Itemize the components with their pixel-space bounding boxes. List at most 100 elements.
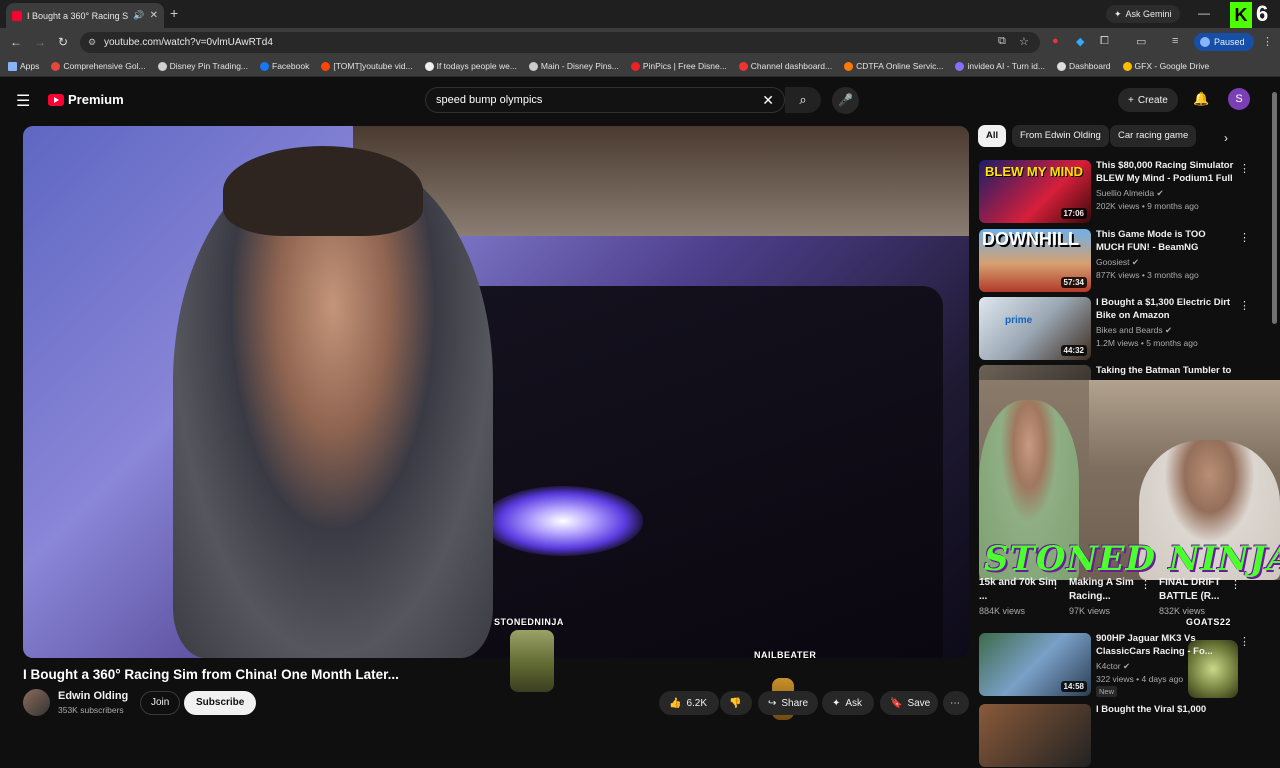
- bookmark-item[interactable]: Facebook: [260, 61, 309, 71]
- notifications-bell-icon[interactable]: 🔔: [1193, 91, 1209, 107]
- recommended-channel[interactable]: Suellio Almeida ✔: [1096, 188, 1164, 199]
- search-button[interactable]: ⌕: [785, 87, 821, 113]
- short-item[interactable]: FINAL DRIFT BATTLE (R... 832K views ⋮: [1159, 576, 1241, 616]
- voice-search-button[interactable]: 🎤: [832, 87, 859, 114]
- page-scrollbar[interactable]: [1272, 92, 1277, 324]
- more-options-icon[interactable]: ⋮: [1239, 635, 1250, 648]
- bookmark-item[interactable]: Dashboard: [1056, 61, 1111, 71]
- recommended-video[interactable]: DOWNHILL 57:34 This Game Mode is TOO MUCH …: [979, 229, 1259, 293]
- more-options-icon[interactable]: ⋮: [1239, 231, 1250, 244]
- filter-chip[interactable]: From Edwin Olding: [1012, 125, 1109, 147]
- subscribe-button[interactable]: Subscribe: [184, 691, 257, 715]
- site-info-icon[interactable]: ⚙: [88, 37, 96, 48]
- channel-avatar[interactable]: [23, 689, 50, 716]
- menu-icon[interactable]: ☰: [16, 91, 30, 111]
- ask-gemini-button[interactable]: ✦ Ask Gemini: [1106, 5, 1180, 23]
- short-title: 15k and 70k Sim ...: [979, 577, 1057, 602]
- search-input[interactable]: speed bump olympics ✕: [425, 87, 785, 113]
- extension-blue-icon[interactable]: ◆: [1076, 35, 1084, 48]
- recommended-title[interactable]: Taking the Batman Tumbler to: [1096, 365, 1236, 378]
- recommended-video[interactable]: 14:58 900HP Jaguar MK3 Vs ClassicCars Rac…: [979, 633, 1259, 697]
- thumbnail-text: DOWNHILL: [982, 229, 1079, 249]
- bookmark-item[interactable]: Channel dashboard...: [738, 61, 832, 71]
- recommended-meta: 202K views • 9 months ago: [1096, 201, 1199, 211]
- clear-search-icon[interactable]: ✕: [762, 92, 774, 109]
- bookmark-item[interactable]: invideo AI - Turn id...: [955, 61, 1045, 71]
- video-thumbnail[interactable]: BLEW MY MIND 17:06: [979, 160, 1091, 223]
- extensions-icon[interactable]: ⧠: [1100, 35, 1109, 48]
- recommended-title[interactable]: This $80,000 Racing Simulator BLEW My Mi…: [1096, 160, 1236, 186]
- bookmark-item[interactable]: If todays people we...: [424, 61, 517, 71]
- recommended-channel[interactable]: K4ctor ✔: [1096, 661, 1130, 672]
- save-button[interactable]: 🔖 Save: [880, 691, 938, 715]
- filter-chip[interactable]: All: [978, 125, 1007, 147]
- create-button[interactable]: + Create: [1118, 88, 1178, 112]
- short-views: 832K views: [1159, 606, 1206, 616]
- like-button[interactable]: 👍 6.2K: [659, 691, 719, 715]
- short-item[interactable]: 15k and 70k Sim ... 884K views ⋮: [979, 576, 1061, 616]
- recommended-title[interactable]: I Bought a $1,300 Electric Dirt Bike on …: [1096, 297, 1236, 322]
- video-thumbnail[interactable]: DOWNHILL 57:34: [979, 229, 1091, 292]
- browser-menu-icon[interactable]: ⋮: [1262, 35, 1273, 48]
- filter-chip[interactable]: Car racing game: [1110, 125, 1197, 147]
- video-player[interactable]: [23, 126, 969, 658]
- tab-search-icon[interactable]: ▭: [1136, 35, 1146, 48]
- bookmark-label: CDTFA Online Servic...: [856, 61, 944, 71]
- account-avatar[interactable]: S: [1228, 88, 1250, 110]
- address-bar[interactable]: ⚙ youtube.com/watch?v=0vlmUAwRTd4: [80, 32, 1040, 53]
- recommended-title[interactable]: 900HP Jaguar MK3 Vs ClassicCars Racing -…: [1096, 633, 1236, 658]
- back-icon[interactable]: ←: [10, 35, 22, 49]
- more-options-icon[interactable]: ⋮: [1239, 299, 1250, 312]
- bookmark-star-icon[interactable]: ☆: [1019, 35, 1029, 48]
- bookmark-item[interactable]: PinPics | Free Disne...: [630, 61, 727, 71]
- reload-icon[interactable]: ↻: [58, 35, 68, 49]
- subscriber-count: 353K subscribers: [58, 705, 124, 715]
- bookmark-item[interactable]: [TOMT]youtube vid...: [321, 61, 413, 71]
- video-thumbnail[interactable]: [979, 704, 1091, 767]
- short-item[interactable]: Making A Sim Racing... 97K views ⋮: [1069, 576, 1151, 616]
- install-app-icon[interactable]: ⧉: [998, 35, 1006, 48]
- video-duration: 44:32: [1060, 345, 1087, 356]
- share-button[interactable]: ↪ Share: [758, 691, 818, 715]
- recommended-video[interactable]: BLEW MY MIND 17:06 This $80,000 Racing Sim…: [979, 160, 1259, 224]
- bookmark-item[interactable]: CDTFA Online Servic...: [844, 61, 943, 71]
- tab-close-icon[interactable]: ✕: [150, 10, 158, 21]
- recommended-title[interactable]: I Bought the Viral $1,000: [1096, 704, 1236, 717]
- recommended-title[interactable]: This Game Mode is TOO MUCH FUN! - BeamNG: [1096, 229, 1236, 254]
- bookmark-item[interactable]: Main - Disney Pins...: [528, 61, 619, 71]
- more-options-icon[interactable]: ⋮: [1050, 578, 1061, 591]
- youtube-logo[interactable]: Premium: [48, 92, 124, 107]
- ask-button[interactable]: ✦ Ask: [822, 691, 874, 715]
- bookmark-item[interactable]: Apps: [8, 61, 39, 71]
- recommended-channel[interactable]: Bikes and Beards ✔: [1096, 325, 1172, 336]
- more-options-icon[interactable]: ⋮: [1140, 578, 1151, 591]
- bookmark-label: Apps: [20, 61, 40, 71]
- recommended-video[interactable]: I Bought the Viral $1,000: [979, 704, 1259, 768]
- youtube-header: ☰ Premium speed bump olympics ✕ ⌕ 🎤 + Cr…: [0, 78, 1280, 122]
- recommended-channel[interactable]: Goosiest ✔: [1096, 257, 1139, 268]
- dislike-button[interactable]: 👎: [720, 691, 752, 715]
- profile-paused-button[interactable]: Paused: [1194, 33, 1254, 51]
- bookmark-item[interactable]: Comprehensive Gol...: [51, 61, 146, 71]
- video-thumbnail[interactable]: prime 44:32: [979, 297, 1091, 360]
- bookmark-label: invideo AI - Turn id...: [967, 61, 1045, 71]
- minimize-icon[interactable]: —: [1198, 6, 1210, 20]
- video-title: I Bought a 360° Racing Sim from China! O…: [23, 667, 399, 682]
- forward-icon[interactable]: →: [34, 35, 46, 49]
- youtube-favicon-icon: [12, 10, 22, 21]
- bookmark-item[interactable]: Disney Pin Trading...: [157, 61, 248, 71]
- channel-name[interactable]: Edwin Olding: [58, 690, 128, 702]
- recommended-video[interactable]: prime 44:32 I Bought a $1,300 Electric Dir…: [979, 297, 1259, 361]
- browser-tab-active[interactable]: I Bought a 360° Racing Sim 🔊 ✕: [6, 3, 164, 28]
- new-tab-button[interactable]: +: [170, 5, 178, 21]
- reading-list-icon[interactable]: ≡: [1172, 35, 1178, 47]
- join-button[interactable]: Join: [140, 691, 181, 715]
- extension-red-icon[interactable]: ●: [1052, 35, 1059, 47]
- more-options-icon[interactable]: ⋮: [1239, 162, 1250, 175]
- video-thumbnail[interactable]: 14:58: [979, 633, 1091, 696]
- chevron-right-icon[interactable]: ›: [1224, 131, 1228, 145]
- more-options-icon[interactable]: ⋮: [1230, 578, 1241, 591]
- bookmark-item[interactable]: GFX - Google Drive: [1122, 61, 1209, 71]
- audio-icon[interactable]: 🔊: [133, 10, 144, 21]
- more-actions-button[interactable]: ⋯: [943, 691, 969, 715]
